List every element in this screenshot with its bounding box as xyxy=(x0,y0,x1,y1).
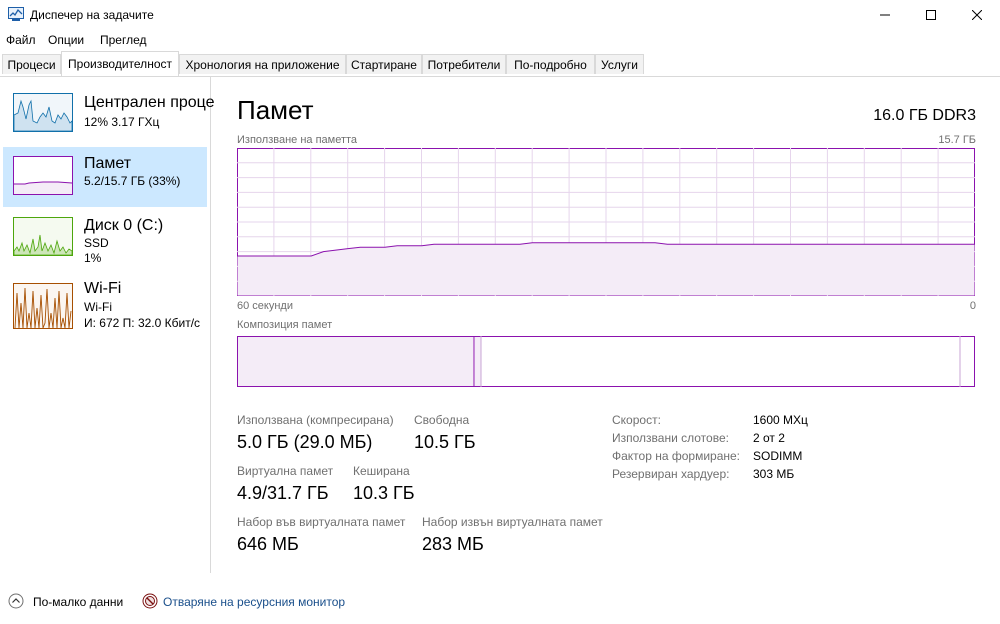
spec-slots-value: 2 от 2 xyxy=(753,431,785,445)
sidebar-item-sub: 1% xyxy=(84,251,102,265)
in-use-label: Използвана (компресирана) xyxy=(237,413,394,427)
spec-speed-value: 1600 МХц xyxy=(753,413,808,427)
maximize-icon xyxy=(926,10,936,20)
sidebar-item-disk[interactable]: Диск 0 (C:) SSD 1% xyxy=(3,211,207,273)
composition-modified xyxy=(475,337,481,386)
sidebar-item-title: Диск 0 (C:) xyxy=(84,217,164,234)
menu-options[interactable]: Опции xyxy=(48,33,84,47)
task-manager-icon xyxy=(8,7,24,21)
memory-usage-graph xyxy=(237,148,975,296)
collapse-icon[interactable] xyxy=(8,593,24,609)
memory-composition-bar xyxy=(237,336,975,387)
cached-value: 10.3 ГБ xyxy=(353,483,415,503)
paged-pool-value: 646 МБ xyxy=(237,534,299,554)
available-label: Свободна xyxy=(414,413,470,427)
spec-form-factor-value: SODIMM xyxy=(753,449,803,463)
memory-detail-pane: Памет 16.0 ГБ DDR3 Използване на паметта… xyxy=(211,77,1000,573)
sidebar-item-cpu[interactable]: Централен проце 12% 3.17 ГХц xyxy=(3,87,215,149)
memory-total: 16.0 ГБ DDR3 xyxy=(873,107,976,124)
sidebar-item-sub: 5.2/15.7 ГБ (33%) xyxy=(84,174,181,188)
composition-in-use xyxy=(238,337,474,386)
footer-bar: По-малко данни Отваряне на ресурсния мон… xyxy=(0,580,1000,624)
usage-graph-label: Използване на паметта xyxy=(237,134,358,146)
nonpaged-pool-value: 283 МБ xyxy=(422,534,484,554)
tab-details[interactable]: По-подробно xyxy=(506,54,595,74)
cpu-sparkline xyxy=(13,93,73,132)
usage-area xyxy=(237,242,975,296)
title-bar: Диспечер на задачите xyxy=(0,0,1000,30)
sidebar-item-title: Памет xyxy=(84,155,132,172)
sidebar-item-memory[interactable]: Памет 5.2/15.7 ГБ (33%) xyxy=(3,147,207,207)
disk-sparkline xyxy=(13,217,73,256)
open-resource-monitor-link[interactable]: Отваряне на ресурсния монитор xyxy=(163,595,345,609)
composition-label: Композиция памет xyxy=(237,319,333,331)
cached-label: Кеширана xyxy=(353,464,410,478)
committed-value: 4.9/31.7 ГБ xyxy=(237,483,329,503)
tab-services[interactable]: Услуги xyxy=(595,54,644,74)
tab-performance[interactable]: Производителност xyxy=(61,51,179,76)
sidebar-item-sub: 12% 3.17 ГХц xyxy=(84,115,160,129)
tab-app-history[interactable]: Хронология на приложение xyxy=(179,54,346,74)
wifi-sparkline xyxy=(13,283,73,329)
time-axis-left: 60 секунди xyxy=(237,300,293,312)
minimize-button[interactable] xyxy=(862,0,908,30)
committed-label: Виртуална памет xyxy=(237,464,334,478)
spec-speed-label: Скорост: xyxy=(612,413,661,427)
spec-form-factor-label: Фактор на формиране: xyxy=(612,449,741,463)
in-use-value: 5.0 ГБ (29.0 МБ) xyxy=(237,432,373,452)
minimize-icon xyxy=(880,14,890,16)
sidebar-item-sub: Wi-Fi xyxy=(84,300,112,314)
paged-pool-label: Набор във виртуалната памет xyxy=(237,515,406,529)
time-axis-right: 0 xyxy=(969,300,976,312)
spec-reserved-label: Резервиран хардуер: xyxy=(612,467,730,481)
tab-users[interactable]: Потребители xyxy=(422,54,506,74)
sidebar-item-title: Wi-Fi xyxy=(84,280,122,297)
tab-startup[interactable]: Стартиране xyxy=(346,54,422,74)
usage-graph-max: 15.7 ГБ xyxy=(938,134,976,146)
maximize-button[interactable] xyxy=(908,0,954,30)
sidebar-item-sub: SSD xyxy=(84,236,109,250)
tab-strip: Процеси Производителност Хронология на п… xyxy=(0,50,1000,77)
tab-processes[interactable]: Процеси xyxy=(2,54,61,74)
sidebar-item-title: Централен проце xyxy=(84,94,215,111)
spec-slots-label: Използвани слотове: xyxy=(612,431,729,445)
sidebar-item-sub: И: 672 П: 32.0 Кбит/с xyxy=(84,316,201,330)
nonpaged-pool-label: Набор извън виртуалната памет xyxy=(422,515,603,529)
resource-monitor-icon xyxy=(142,593,158,609)
page-title: Памет xyxy=(237,95,314,125)
menu-view[interactable]: Преглед xyxy=(100,33,147,47)
spec-reserved-value: 303 МБ xyxy=(753,467,795,481)
close-icon xyxy=(972,10,982,20)
menu-file[interactable]: Файл xyxy=(6,33,36,47)
resource-list: Централен проце 12% 3.17 ГХц Памет 5.2/1… xyxy=(0,77,215,573)
available-value: 10.5 ГБ xyxy=(414,432,476,452)
menu-bar: Файл Опции Преглед xyxy=(0,30,1000,50)
window-title: Диспечер на задачите xyxy=(30,8,154,22)
fewer-details-link[interactable]: По-малко данни xyxy=(33,595,123,609)
sidebar-item-wifi[interactable]: Wi-Fi Wi-Fi И: 672 П: 32.0 Кбит/с xyxy=(3,277,207,337)
memory-sparkline xyxy=(13,156,73,195)
close-button[interactable] xyxy=(954,0,1000,30)
